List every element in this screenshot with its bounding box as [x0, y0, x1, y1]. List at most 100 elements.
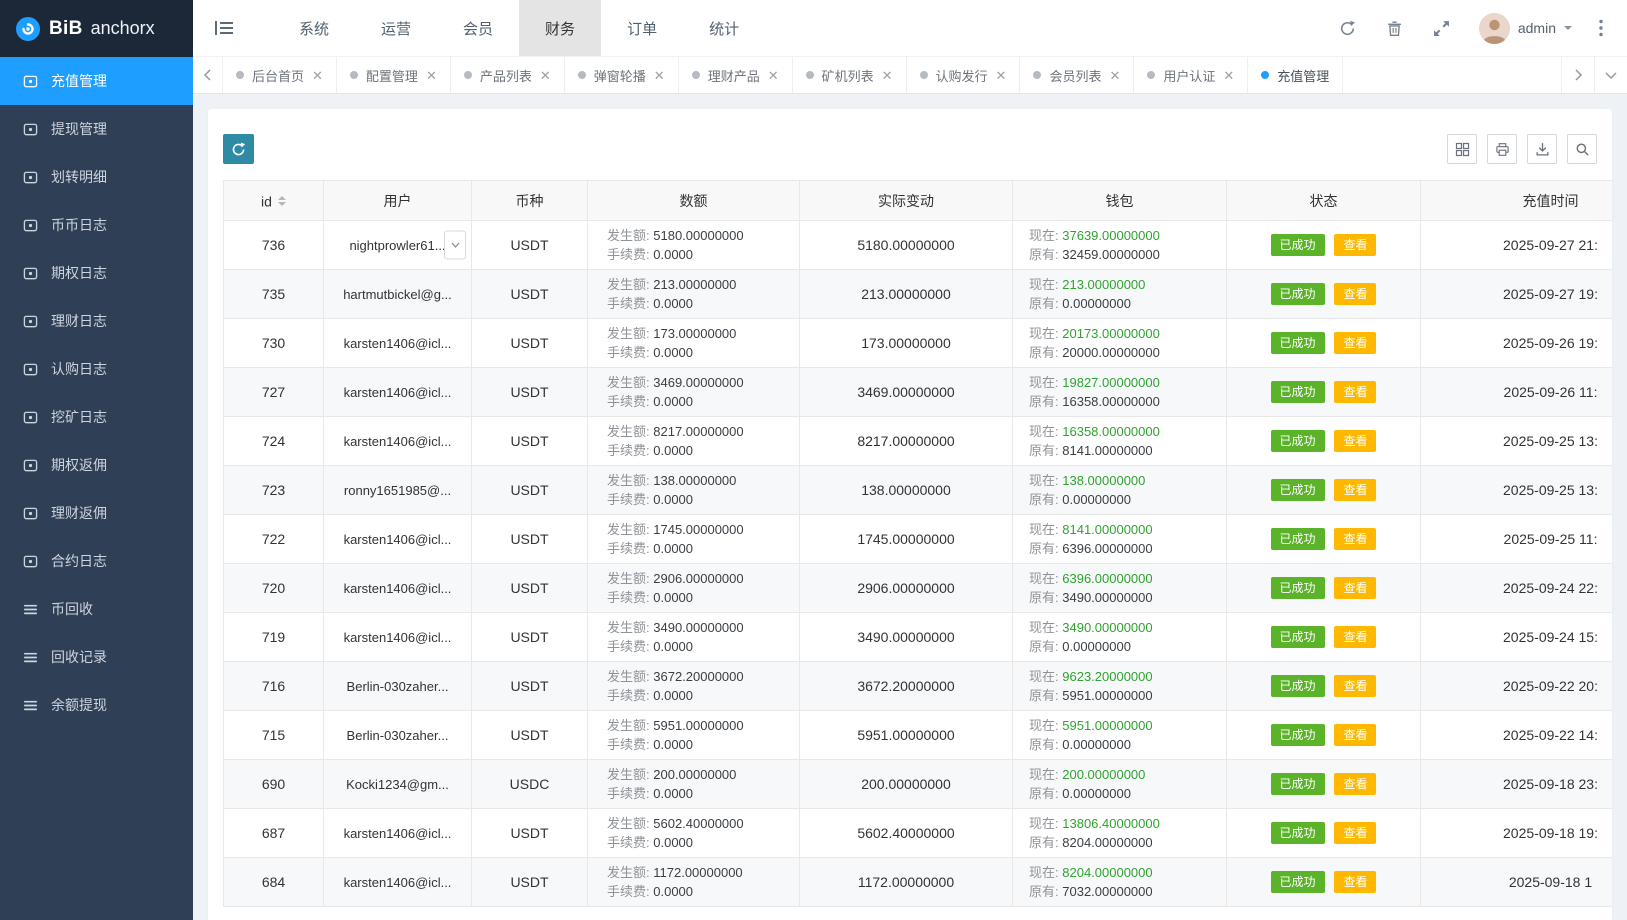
- occur-line: 发生额: 2906.00000000: [607, 569, 799, 588]
- view-button[interactable]: 查看: [1334, 577, 1376, 599]
- user-menu[interactable]: admin: [1479, 13, 1572, 44]
- fullscreen-icon[interactable]: [1432, 18, 1452, 38]
- topnav-item[interactable]: 订单: [601, 0, 683, 56]
- tabs-scroll-left-icon[interactable]: [193, 57, 223, 93]
- app-logo[interactable]: BiB anchorx: [0, 0, 193, 57]
- sidebar-item[interactable]: 充值管理: [0, 57, 193, 105]
- sidebar-item[interactable]: 挖矿日志: [0, 393, 193, 441]
- view-button[interactable]: 查看: [1334, 822, 1376, 844]
- topnav-item[interactable]: 统计: [683, 0, 765, 56]
- tab[interactable]: 充值管理: [1248, 57, 1343, 93]
- fee-line: 手续费: 0.0000: [607, 833, 799, 852]
- sidebar-item[interactable]: 提现管理: [0, 105, 193, 153]
- view-button[interactable]: 查看: [1334, 675, 1376, 697]
- sidebar-item[interactable]: 余额提现: [0, 681, 193, 729]
- column-header: 用户: [324, 181, 472, 221]
- view-button[interactable]: 查看: [1334, 773, 1376, 795]
- topnav-item[interactable]: 运营: [355, 0, 437, 56]
- tab[interactable]: 理财产品 ✕: [679, 57, 793, 93]
- columns-filter-icon[interactable]: [1447, 134, 1477, 164]
- status-badge: 已成功: [1271, 479, 1325, 501]
- cell-actual-change: 173.00000000: [800, 319, 1013, 368]
- wallet-orig-value: 0.00000000: [1062, 639, 1131, 654]
- sidebar-item[interactable]: 期权日志: [0, 249, 193, 297]
- tabs-scroll-right-icon[interactable]: [1561, 57, 1594, 93]
- tab-close-icon[interactable]: ✕: [1109, 69, 1120, 82]
- refresh-icon[interactable]: [1338, 18, 1358, 38]
- cell-actual-change: 3490.00000000: [800, 613, 1013, 662]
- sidebar-item[interactable]: 币回收: [0, 585, 193, 633]
- sidebar-item[interactable]: 回收记录: [0, 633, 193, 681]
- sidebar-item[interactable]: 划转明细: [0, 153, 193, 201]
- tab[interactable]: 配置管理 ✕: [337, 57, 451, 93]
- view-button[interactable]: 查看: [1334, 332, 1376, 354]
- tab[interactable]: 会员列表 ✕: [1020, 57, 1134, 93]
- cell-recharge-time: 2025-09-24 15:: [1421, 613, 1613, 662]
- tab[interactable]: 矿机列表 ✕: [793, 57, 907, 93]
- view-button[interactable]: 查看: [1334, 430, 1376, 452]
- tab-close-icon[interactable]: ✕: [996, 69, 1007, 82]
- user-dropdown-button[interactable]: [444, 231, 466, 260]
- topnav-item[interactable]: 会员: [437, 0, 519, 56]
- tab[interactable]: 认购发行 ✕: [907, 57, 1021, 93]
- occur-line: 发生额: 5951.00000000: [607, 716, 799, 735]
- wallet-orig-line: 原有: 8141.00000000: [1029, 441, 1226, 460]
- search-icon[interactable]: [1567, 134, 1597, 164]
- fee-label: 手续费:: [607, 786, 650, 801]
- tab-dot-icon: [464, 71, 472, 79]
- tab-close-icon[interactable]: ✕: [312, 69, 323, 82]
- tabs-menu-icon[interactable]: [1594, 57, 1627, 93]
- column-header[interactable]: id: [224, 181, 324, 221]
- tab-close-icon[interactable]: ✕: [882, 69, 893, 82]
- status-badge: 已成功: [1271, 675, 1325, 697]
- tab-label: 认购发行: [936, 66, 988, 85]
- table-refresh-button[interactable]: [223, 134, 254, 164]
- sidebar-item[interactable]: 理财日志: [0, 297, 193, 345]
- cell-wallet: 现在: 13806.40000000 原有: 8204.00000000: [1013, 809, 1227, 858]
- cell-actual-change: 5602.40000000: [800, 809, 1013, 858]
- panel-icon: [23, 506, 38, 521]
- sidebar-item-label: 挖矿日志: [51, 407, 107, 427]
- sidebar-toggle-icon[interactable]: [193, 0, 255, 56]
- sidebar-item[interactable]: 期权返佣: [0, 441, 193, 489]
- tab[interactable]: 后台首页 ✕: [223, 57, 337, 93]
- occur-label: 发生额:: [607, 228, 650, 243]
- fee-label: 手续费:: [607, 296, 650, 311]
- view-button[interactable]: 查看: [1334, 528, 1376, 550]
- view-button[interactable]: 查看: [1334, 234, 1376, 256]
- tab-close-icon[interactable]: ✕: [768, 69, 779, 82]
- tab-close-icon[interactable]: ✕: [540, 69, 551, 82]
- view-button[interactable]: 查看: [1334, 479, 1376, 501]
- view-button[interactable]: 查看: [1334, 283, 1376, 305]
- fee-label: 手续费:: [607, 737, 650, 752]
- sidebar-item[interactable]: 认购日志: [0, 345, 193, 393]
- sidebar-item[interactable]: 理财返佣: [0, 489, 193, 537]
- wallet-now-label: 现在:: [1029, 816, 1059, 831]
- sort-icons[interactable]: [278, 196, 286, 206]
- cell-coin: USDT: [472, 417, 588, 466]
- tab[interactable]: 产品列表 ✕: [451, 57, 565, 93]
- tab-close-icon[interactable]: ✕: [654, 69, 665, 82]
- sidebar-item[interactable]: 币币日志: [0, 201, 193, 249]
- export-icon[interactable]: [1527, 134, 1557, 164]
- column-label: 钱包: [1106, 193, 1134, 209]
- topnav-item[interactable]: 财务: [519, 0, 601, 56]
- more-options-icon[interactable]: [1599, 19, 1603, 37]
- avatar[interactable]: [1479, 13, 1510, 44]
- view-button[interactable]: 查看: [1334, 626, 1376, 648]
- print-icon[interactable]: [1487, 134, 1517, 164]
- tab[interactable]: 用户认证 ✕: [1134, 57, 1248, 93]
- topnav-item[interactable]: 系统: [273, 0, 355, 56]
- wallet-orig-line: 原有: 0.00000000: [1029, 784, 1226, 803]
- view-button[interactable]: 查看: [1334, 724, 1376, 746]
- sidebar-item-label: 理财返佣: [51, 503, 107, 523]
- tab[interactable]: 弹窗轮播 ✕: [565, 57, 679, 93]
- wallet-now-label: 现在:: [1029, 865, 1059, 880]
- clear-cache-trash-icon[interactable]: [1385, 18, 1405, 38]
- view-button[interactable]: 查看: [1334, 381, 1376, 403]
- tab-close-icon[interactable]: ✕: [1223, 69, 1234, 82]
- view-button[interactable]: 查看: [1334, 871, 1376, 893]
- cell-wallet: 现在: 3490.00000000 原有: 0.00000000: [1013, 613, 1227, 662]
- sidebar-item[interactable]: 合约日志: [0, 537, 193, 585]
- tab-close-icon[interactable]: ✕: [426, 69, 437, 82]
